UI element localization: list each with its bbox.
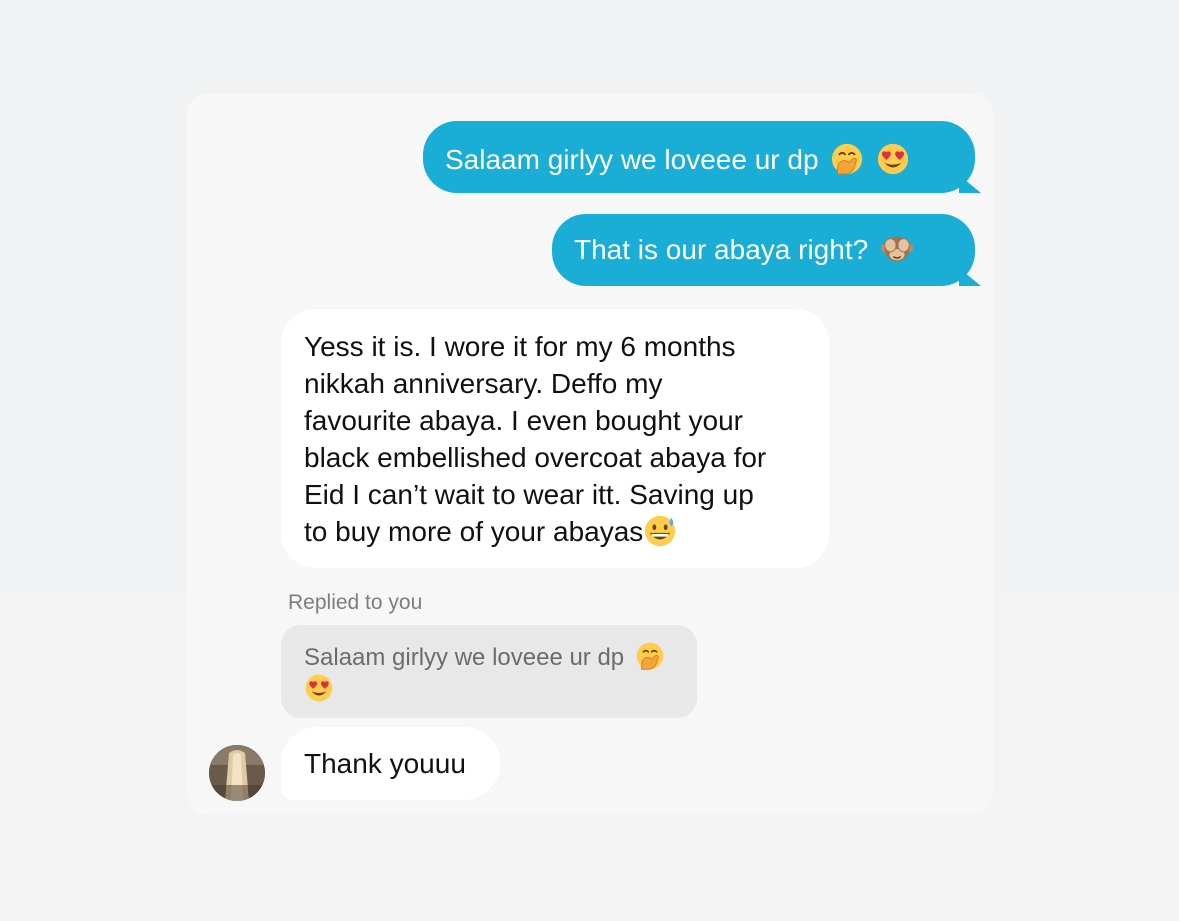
heart-eyes-emoji <box>877 143 909 174</box>
received-message-1-line-5: Eid I can’t wait to wear itt. Saving up <box>304 479 754 510</box>
received-message-1-line-6: to buy more of your abayas <box>304 516 644 547</box>
quoted-message-text: Salaam girlyy we loveee ur dp <box>304 644 625 671</box>
hand-over-mouth-emoji <box>636 642 664 670</box>
replied-to-you-label: Replied to you <box>288 591 423 614</box>
quoted-message-line-1-wrap: Salaam girlyy we loveee ur dp <box>304 642 697 674</box>
received-message-1-line-2: nikkah anniversary. Deffo my <box>304 368 663 399</box>
sent-message-1[interactable]: Salaam girlyy we loveee ur dp <box>423 121 975 193</box>
quoted-message[interactable]: Salaam girlyy we loveee ur dp <box>281 625 697 718</box>
avatar[interactable] <box>209 745 265 801</box>
received-message-1-line-1: Yess it is. I wore it for my 6 months <box>304 331 736 362</box>
hand-over-mouth-emoji <box>832 143 863 175</box>
received-message-1-line-4: black embellished overcoat abaya for <box>304 442 767 473</box>
received-message-2[interactable]: Thank youuu <box>281 727 500 800</box>
quoted-message-line-2 <box>304 674 697 706</box>
sent-message-2-text: That is our abaya right? <box>574 234 869 265</box>
received-message-1[interactable]: Yess it is. I wore it for my 6 months ni… <box>281 309 829 568</box>
avatar-image <box>209 745 265 801</box>
see-no-evil-monkey-emoji <box>880 236 914 261</box>
received-message-1-line-3: favourite abaya. I even bought your <box>304 405 743 436</box>
received-message-2-text: Thank youuu <box>304 748 466 779</box>
received-message-1-line-6-wrap: to buy more of your abayas <box>304 513 829 551</box>
grinning-sweat-emoji <box>645 515 676 546</box>
sent-message-2[interactable]: That is our abaya right? <box>552 214 975 286</box>
sent-message-1-text: Salaam girlyy we loveee ur dp <box>445 144 819 175</box>
heart-eyes-emoji <box>305 674 333 701</box>
